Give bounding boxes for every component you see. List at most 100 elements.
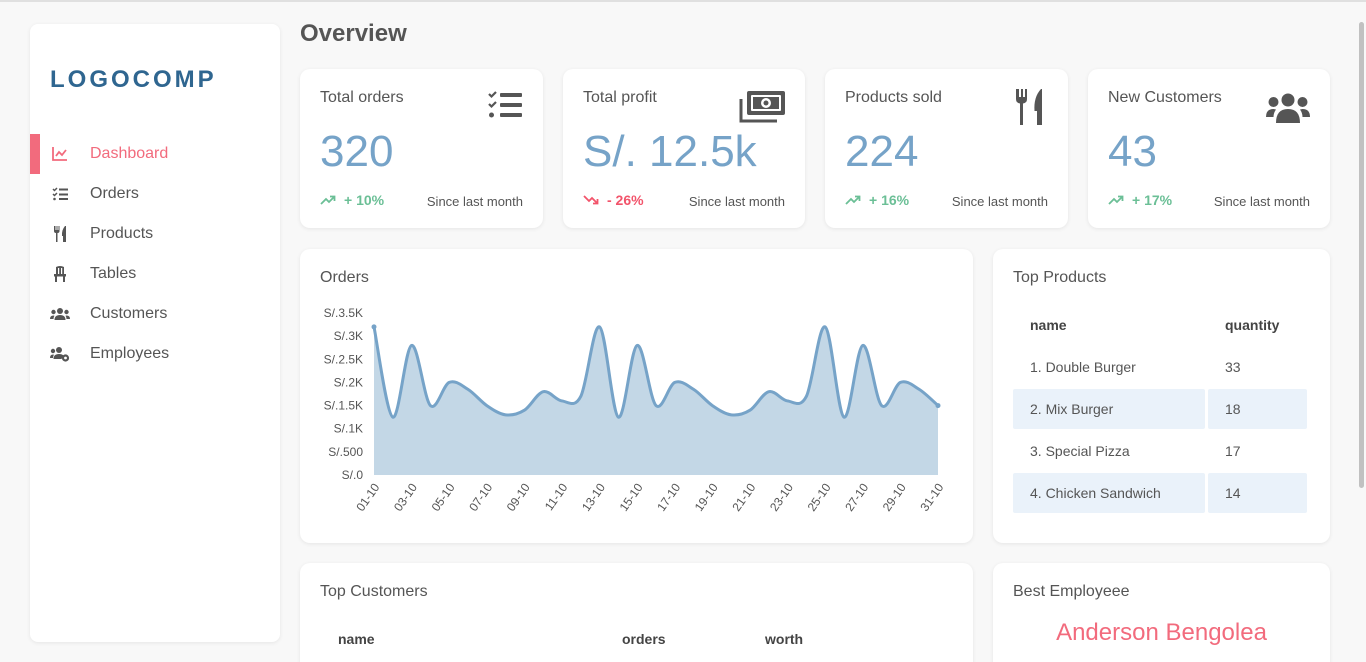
column-header-worth: worth <box>765 631 804 647</box>
table-row[interactable]: 1. Double Burger 33 <box>1013 347 1309 387</box>
column-header-name: name <box>1030 317 1067 333</box>
top-products-title: Top Products <box>1013 269 1107 286</box>
x-tick-label: 13-10 <box>579 480 608 513</box>
data-point[interactable] <box>523 409 526 412</box>
data-point[interactable] <box>504 413 507 417</box>
column-header-quantity: quantity <box>1225 317 1280 333</box>
stat-since: Since last month <box>426 194 523 209</box>
data-point[interactable] <box>880 404 883 407</box>
x-tick-label: 25-10 <box>805 480 834 513</box>
sidebar-item-customers[interactable]: Customers <box>30 294 280 334</box>
stat-since: Since last month <box>1213 194 1310 209</box>
x-tick-label: 17-10 <box>654 480 683 513</box>
trend-up-icon <box>320 195 336 205</box>
best-employee-name: Anderson Bengolea <box>1056 619 1267 646</box>
data-point[interactable] <box>636 344 639 347</box>
stat-title: New Customers <box>1108 89 1222 106</box>
top-products-table: name quantity 1. Double Burger 33 2. Mix… <box>1013 305 1309 515</box>
sidebar-item-label: Employees <box>90 345 170 362</box>
x-tick-label: 23-10 <box>767 480 796 513</box>
data-point[interactable] <box>861 344 864 347</box>
y-tick-label: S/.500 <box>328 445 363 459</box>
stat-trend-value: - 26% <box>607 192 644 208</box>
product-qty-cell: 33 <box>1225 359 1241 375</box>
data-point[interactable] <box>391 415 394 419</box>
stat-trend: - 26% <box>583 192 644 208</box>
data-point[interactable] <box>598 325 601 329</box>
data-point[interactable] <box>579 395 582 398</box>
data-point[interactable] <box>617 415 620 419</box>
stat-trend: + 17% <box>1108 192 1172 208</box>
data-point[interactable] <box>673 381 676 384</box>
product-name-cell: 1. Double Burger <box>1030 359 1136 375</box>
data-point[interactable] <box>899 381 902 384</box>
column-header-name: name <box>338 631 375 647</box>
sidebar-item-label: Products <box>90 225 154 242</box>
x-tick-label: 09-10 <box>504 480 533 513</box>
data-point[interactable] <box>371 324 377 330</box>
page-title: Overview <box>300 20 407 47</box>
data-point[interactable] <box>560 399 564 403</box>
data-point[interactable] <box>748 409 752 412</box>
stat-trend: + 16% <box>845 192 909 208</box>
chart-line-icon <box>50 144 70 164</box>
data-point[interactable] <box>654 404 658 407</box>
table-row[interactable]: 3. Special Pizza 17 <box>1013 431 1309 471</box>
stat-card-total-orders: Total orders 320 + 10% Since last month <box>300 69 543 228</box>
table-row[interactable]: 4. Chicken Sandwich 14 <box>1013 473 1309 513</box>
data-point[interactable] <box>918 388 921 391</box>
stat-since: Since last month <box>951 194 1048 209</box>
x-tick-label: 01-10 <box>353 480 382 513</box>
stat-trend-value: + 16% <box>869 192 910 208</box>
data-point[interactable] <box>786 399 789 403</box>
product-qty-cell: 18 <box>1208 389 1307 429</box>
product-qty-cell: 17 <box>1225 443 1241 459</box>
stat-card-total-profit: Total profit S/. 12.5k - 26% Since last … <box>563 69 805 228</box>
logo[interactable]: LOGOCOMP <box>50 66 217 94</box>
sidebar: LOGOCOMP Dashboard Orders Products Table… <box>30 24 280 642</box>
stat-trend: + 10% <box>320 192 384 208</box>
data-point[interactable] <box>935 403 941 409</box>
best-employee-title: Best Employeee <box>1013 583 1130 600</box>
stat-trend-value: + 10% <box>344 192 385 208</box>
stat-value: 320 <box>320 127 394 176</box>
sidebar-item-label: Customers <box>90 305 168 322</box>
sidebar-item-label: Tables <box>90 265 137 282</box>
data-point[interactable] <box>485 404 488 407</box>
data-point[interactable] <box>805 395 808 398</box>
page-scrollbar[interactable] <box>1359 22 1364 488</box>
sidebar-item-orders[interactable]: Orders <box>30 174 280 214</box>
utensils-icon <box>50 224 70 244</box>
y-tick-label: S/.3K <box>334 329 363 343</box>
stat-card-new-customers: New Customers 43 + 17% Since last month <box>1088 69 1330 228</box>
x-tick-label: 19-10 <box>692 480 721 513</box>
stat-card-products-sold: Products sold 224 + 16% Since last month <box>825 69 1068 228</box>
data-point[interactable] <box>692 388 695 391</box>
data-point[interactable] <box>842 415 846 419</box>
data-point[interactable] <box>410 344 413 347</box>
table-row[interactable]: 2. Mix Burger 18 <box>1013 389 1309 429</box>
data-point[interactable] <box>429 404 432 407</box>
stat-title: Products sold <box>845 89 942 106</box>
data-point[interactable] <box>542 390 545 393</box>
users-gear-icon <box>50 344 70 364</box>
product-name-cell: 4. Chicken Sandwich <box>1013 473 1205 513</box>
table-header-row: name quantity <box>1013 305 1309 345</box>
data-point[interactable] <box>767 390 770 393</box>
sidebar-item-products[interactable]: Products <box>30 214 280 254</box>
trend-down-icon <box>583 195 599 205</box>
orders-chart: S/.0 S/.500 S/.1K S/.1.5K S/.2K S/.2.5K S/.3K S… <box>324 306 947 514</box>
x-tick-label: 05-10 <box>429 480 458 513</box>
data-point[interactable] <box>730 413 733 417</box>
sidebar-item-label: Orders <box>90 185 139 202</box>
sidebar-item-employees[interactable]: Employees <box>30 334 280 374</box>
sidebar-item-tables[interactable]: Tables <box>30 254 280 294</box>
list-check-icon <box>477 87 525 127</box>
data-point[interactable] <box>711 404 714 407</box>
sidebar-item-dashboard[interactable]: Dashboard <box>30 134 280 174</box>
data-point[interactable] <box>466 388 470 391</box>
column-header-orders: orders <box>622 631 666 647</box>
data-point[interactable] <box>448 381 451 384</box>
stat-title: Total profit <box>583 89 657 106</box>
data-point[interactable] <box>824 325 827 329</box>
